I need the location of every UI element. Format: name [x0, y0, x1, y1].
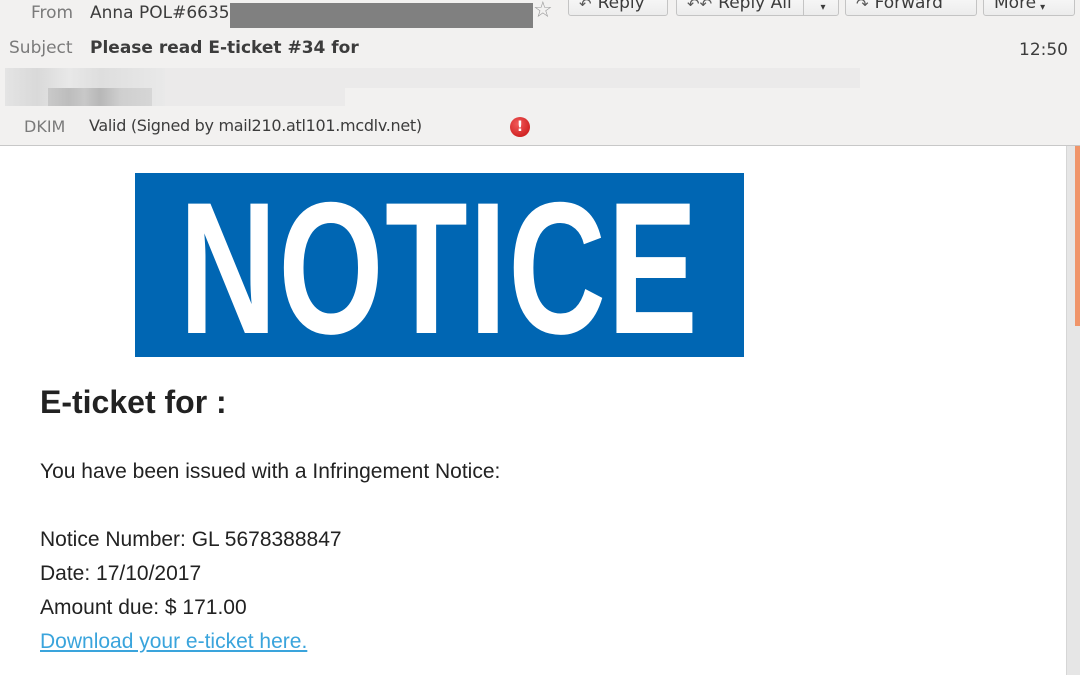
reply-all-dropdown-button[interactable]: ▾: [803, 0, 839, 16]
scrollbar-thumb[interactable]: [1075, 146, 1080, 326]
download-eticket-link[interactable]: Download your e-ticket here.: [40, 630, 307, 654]
subject-label: Subject: [9, 38, 73, 58]
chevron-down-icon: ▾: [820, 2, 826, 13]
amount-due: Amount due: $ 171.00: [40, 596, 247, 619]
redacted-recipients-pixelated: [48, 88, 152, 106]
reply-label: Reply: [597, 0, 645, 13]
eticket-heading: E-ticket for :: [40, 384, 227, 420]
redacted-recipients-pixelated: [165, 68, 345, 106]
warning-icon[interactable]: !: [510, 117, 530, 137]
reply-all-label: Reply All: [718, 0, 792, 13]
reply-all-icon: ↶↶: [687, 0, 713, 13]
message-header: From Anna POL#6635 ☆ ↶ Reply ↶↶ Reply Al…: [0, 0, 1080, 146]
more-label: More: [994, 0, 1037, 13]
from-value[interactable]: Anna POL#6635: [90, 3, 230, 23]
notice-banner-text: NOTICE: [179, 163, 700, 373]
star-icon[interactable]: ☆: [533, 0, 553, 22]
notice-number: Notice Number: GL 5678388847: [40, 528, 342, 551]
dkim-value: Valid (Signed by mail210.atl101.mcdlv.ne…: [89, 116, 422, 135]
reply-icon: ↶: [579, 0, 592, 13]
chevron-down-icon: ▾: [1040, 2, 1046, 13]
intro-text: You have been issued with a Infringement…: [40, 460, 501, 483]
message-time: 12:50: [1019, 40, 1068, 60]
forward-button[interactable]: ↷ Forward: [845, 0, 977, 16]
dkim-label: DKIM: [24, 117, 66, 136]
redacted-sender-address: [230, 3, 533, 28]
forward-icon: ↷: [856, 0, 869, 13]
reply-button[interactable]: ↶ Reply: [568, 0, 668, 16]
notice-banner-image: NOTICE: [135, 163, 744, 373]
more-button[interactable]: More ▾: [983, 0, 1075, 16]
from-label: From: [31, 3, 74, 23]
subject-value: Please read E-ticket #34 for: [90, 38, 359, 58]
reply-all-button[interactable]: ↶↶ Reply All: [676, 0, 804, 16]
notice-date: Date: 17/10/2017: [40, 562, 202, 585]
forward-label: Forward: [874, 0, 943, 13]
